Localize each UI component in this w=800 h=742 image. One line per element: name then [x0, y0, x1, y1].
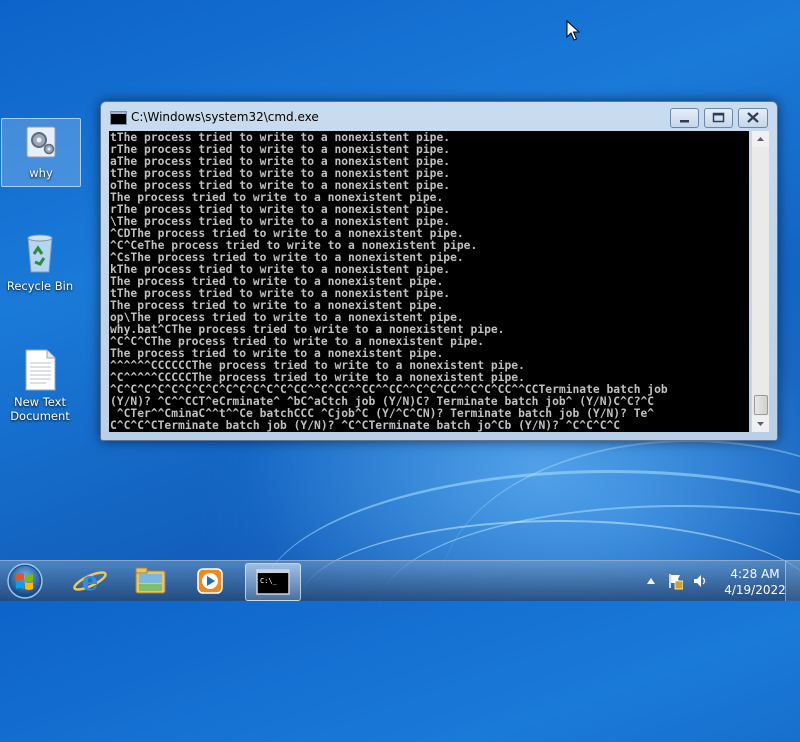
window-title: C:\Windows\system32\cmd.exe	[131, 110, 319, 124]
close-icon	[747, 112, 759, 123]
minimize-icon	[680, 120, 689, 123]
console-line: The process tried to write to a nonexist…	[110, 348, 444, 360]
mouse-cursor-icon	[566, 20, 580, 41]
console-line: The process tried to write to a nonexist…	[110, 276, 444, 288]
scroll-up-button[interactable]	[752, 131, 769, 147]
console-line: ^^^^^^CCCCCCThe process tried to write t…	[110, 360, 525, 372]
media-player-icon	[197, 568, 223, 594]
console-line: rThe process tried to write to a nonexis…	[110, 144, 451, 156]
console-line: C^C^C^CTerminate batch job (Y/N)? ^C^CTe…	[110, 420, 621, 432]
console-line: oThe process tried to write to a nonexis…	[110, 180, 451, 192]
cmd-icon: C:\_	[256, 569, 290, 595]
svg-text:e: e	[82, 567, 99, 597]
console-line: ^C^CeThe process tried to write to a non…	[110, 240, 478, 252]
console-line: tThe process tried to write to a nonexis…	[110, 168, 451, 180]
console-line: ^C^^^^^CCCCCThe process tried to write t…	[110, 372, 525, 384]
console-line: op\The process tried to write to a nonex…	[110, 312, 464, 324]
recycle-bin-icon	[27, 234, 53, 273]
clock-date: 4/19/2022	[724, 583, 786, 597]
desktop-icon-recycle-bin[interactable]: Recycle Bin	[1, 230, 79, 293]
console-line: kThe process tried to write to a nonexis…	[110, 264, 451, 276]
console-line: \The process tried to write to a nonexis…	[110, 216, 451, 228]
taskbar-windows-explorer[interactable]	[123, 563, 177, 599]
console-line: why.bat^CThe process tried to write to a…	[110, 324, 505, 336]
console-line: ^C^C^CThe process tried to write to a no…	[110, 336, 485, 348]
clock[interactable]: 4:28 AM 4/19/2022	[720, 566, 790, 598]
notification-area: 4:28 AM 4/19/2022	[640, 561, 800, 601]
arrow-up-icon	[757, 137, 764, 141]
action-center-flag-icon[interactable]	[667, 572, 683, 590]
windows-logo-icon	[7, 563, 43, 599]
maximize-icon	[712, 112, 725, 123]
desktop-icon-label: New Text Document	[10, 395, 70, 423]
volume-icon[interactable]	[692, 573, 708, 589]
clock-time: 4:28 AM	[730, 567, 780, 581]
batch-file-icon	[26, 126, 56, 158]
taskbar-media-player[interactable]	[183, 563, 237, 599]
desktop-icon-label: why	[29, 166, 53, 180]
minimize-button[interactable]	[670, 108, 699, 128]
maximize-button[interactable]	[704, 108, 733, 128]
taskbar-internet-explorer[interactable]: e	[63, 563, 117, 599]
console-line: ^CTer^^CminaC^^t^^Ce batchCCC ^Cjob^C (Y…	[110, 408, 655, 420]
console-line: tThe process tried to write to a nonexis…	[110, 132, 451, 144]
close-button[interactable]	[738, 108, 768, 128]
scrollbar-thumb[interactable]	[754, 395, 768, 415]
console-text: tThe process tried to write to a nonexis…	[109, 131, 749, 432]
console-line: (Y/N)? ^C^^CCT^eCrminate^ ^bC^aCtch job …	[110, 396, 655, 408]
taskbar-cmd[interactable]: C:\_	[245, 563, 301, 601]
desktop-icon-why[interactable]: why	[1, 118, 81, 187]
desktop-icon-label: Recycle Bin	[6, 279, 74, 293]
taskbar: e C:\_ 4:28 AM 4/19/2022	[0, 560, 800, 601]
console-line: tThe process tried to write to a nonexis…	[110, 288, 451, 300]
vertical-scrollbar[interactable]	[751, 131, 769, 432]
internet-explorer-icon: e	[73, 567, 107, 597]
console-line: The process tried to write to a nonexist…	[110, 300, 444, 312]
arrow-down-icon	[757, 422, 764, 426]
svg-text:C:\_: C:\_	[260, 577, 278, 585]
console-line: ^CsThe process tried to write to a nonex…	[110, 252, 464, 264]
console-line: rThe process tried to write to a nonexis…	[110, 204, 451, 216]
start-button[interactable]	[3, 562, 47, 600]
show-hidden-icons-icon[interactable]	[645, 573, 657, 589]
desktop-icon-new-text-document[interactable]: New Text Document	[1, 348, 79, 423]
console-line: The process tried to write to a nonexist…	[110, 192, 444, 204]
console-line: ^C^C^C^C^C^C^C^C^C^C^C^C^C^CC^^C^CC^^CC^…	[110, 384, 668, 396]
console-line: ^CDThe process tried to write to a nonex…	[110, 228, 464, 240]
cmd-window[interactable]: C:\Windows\system32\cmd.exe tThe process…	[100, 101, 778, 441]
console-output[interactable]: tThe process tried to write to a nonexis…	[109, 131, 749, 432]
console-line: aThe process tried to write to a nonexis…	[110, 156, 451, 168]
text-document-icon	[25, 349, 56, 391]
folder-icon	[135, 567, 166, 594]
cmd-icon	[110, 111, 127, 125]
scroll-down-button[interactable]	[752, 416, 769, 432]
title-bar[interactable]: C:\Windows\system32\cmd.exe	[101, 102, 777, 130]
show-desktop-button[interactable]	[785, 561, 800, 601]
